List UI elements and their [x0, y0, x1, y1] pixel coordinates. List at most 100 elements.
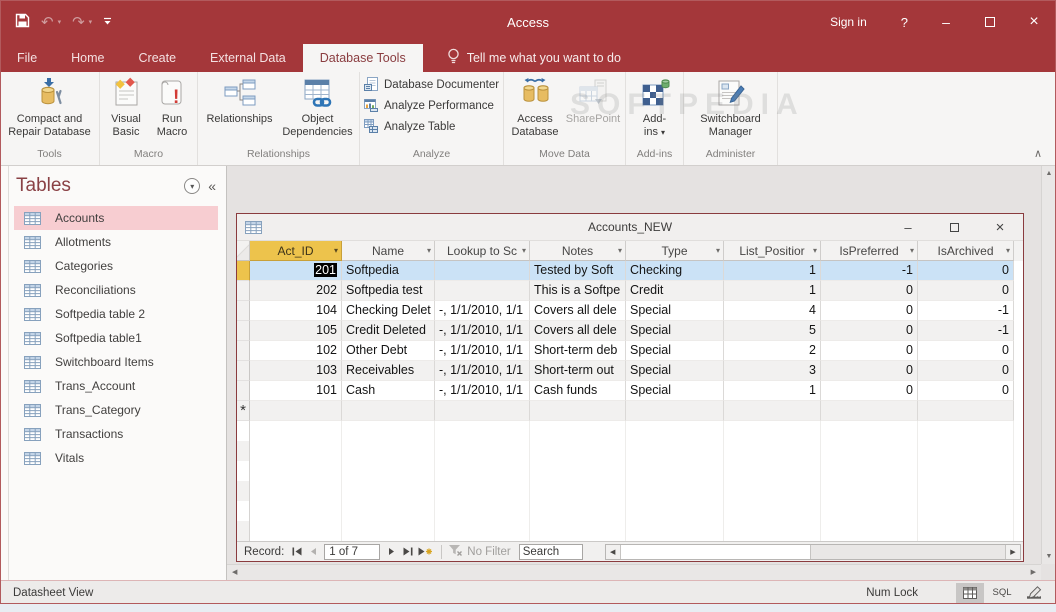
cell[interactable]: Softpedia — [342, 261, 435, 281]
cell[interactable]: Special — [626, 361, 724, 381]
analyze-performance-button[interactable]: Analyze Performance — [363, 96, 500, 116]
database-documenter-button[interactable]: Database Documenter — [363, 75, 500, 95]
column-filter-arrow-icon[interactable]: ▾ — [1006, 246, 1010, 255]
cell[interactable]: 103 — [250, 361, 342, 381]
tab-database-tools[interactable]: Database Tools — [302, 44, 423, 72]
cell[interactable]: 101 — [250, 381, 342, 401]
cell[interactable]: -1 — [821, 261, 918, 281]
search-input[interactable] — [518, 543, 583, 560]
doc-close-button[interactable]: × — [977, 214, 1023, 240]
scroll-down-icon[interactable]: ▼ — [1046, 553, 1053, 560]
doc-minimize-button[interactable]: – — [885, 214, 931, 240]
cell[interactable]: Softpedia test — [342, 281, 435, 301]
run-macro-button[interactable]: ! Run Macro — [150, 75, 194, 139]
cell[interactable]: -, 1/1/2010, 1/1 — [435, 381, 530, 401]
column-filter-arrow-icon[interactable]: ▾ — [716, 246, 720, 255]
cell[interactable]: 1 — [724, 381, 821, 401]
cell[interactable]: Special — [626, 381, 724, 401]
cell[interactable]: Special — [626, 301, 724, 321]
redo-caret-icon[interactable]: ▾ — [89, 18, 93, 26]
row-selector[interactable] — [237, 281, 250, 301]
main-horizontal-scrollbar[interactable]: ◀ ▶ — [227, 564, 1041, 580]
cell[interactable]: -1 — [918, 321, 1014, 341]
empty-cell[interactable] — [724, 401, 821, 421]
sidebar-item-trans-account[interactable]: Trans_Account — [14, 374, 218, 398]
access-database-button[interactable]: Access Database — [507, 75, 563, 139]
scroll-up-icon[interactable]: ▲ — [1046, 170, 1053, 177]
object-dependencies-button[interactable]: Object Dependencies — [279, 75, 356, 139]
undo-icon[interactable]: ↶ — [41, 15, 54, 30]
column-header-ispreferred[interactable]: IsPreferred ▾ — [821, 241, 918, 261]
cell[interactable]: -, 1/1/2010, 1/1 — [435, 341, 530, 361]
cell[interactable]: Cash funds — [530, 381, 626, 401]
cell[interactable]: 1 — [724, 261, 821, 281]
cell[interactable]: This is a Softpe — [530, 281, 626, 301]
row-selector[interactable] — [237, 361, 250, 381]
empty-cell[interactable] — [530, 401, 626, 421]
cell[interactable]: Cash — [342, 381, 435, 401]
cell[interactable]: Covers all dele — [530, 321, 626, 341]
minimize-button[interactable]: – — [924, 0, 968, 44]
empty-cell[interactable] — [918, 401, 1014, 421]
sidebar-item-softpedia-table-2[interactable]: Softpedia table 2 — [14, 302, 218, 326]
cell[interactable]: Checking Delet — [342, 301, 435, 321]
empty-cell[interactable] — [821, 401, 918, 421]
cell[interactable]: Special — [626, 341, 724, 361]
empty-cell[interactable] — [250, 401, 342, 421]
first-record-button[interactable] — [289, 544, 305, 560]
cell[interactable]: Checking — [626, 261, 724, 281]
cell[interactable] — [435, 281, 530, 301]
scroll-right-icon[interactable]: ▶ — [1005, 544, 1020, 559]
cell[interactable]: 3 — [724, 361, 821, 381]
cell[interactable]: 5 — [724, 321, 821, 341]
column-filter-arrow-icon[interactable]: ▾ — [334, 246, 338, 255]
add-ins-button[interactable]: Add-ins ▾ — [635, 75, 675, 139]
cell[interactable]: 202 — [250, 281, 342, 301]
sidebar-item-categories[interactable]: Categories — [14, 254, 218, 278]
scrollbar-thumb[interactable] — [620, 544, 811, 559]
column-header-act-id[interactable]: Act_ID ▾ — [250, 241, 342, 261]
column-header-isarchived[interactable]: IsArchived ▾ — [918, 241, 1014, 261]
accounts-new-titlebar[interactable]: Accounts_NEW – × — [237, 214, 1023, 241]
scroll-right-icon[interactable]: ▶ — [1031, 569, 1036, 576]
cell[interactable]: Credit — [626, 281, 724, 301]
select-all-corner[interactable] — [237, 241, 250, 261]
sidebar-item-switchboard-items[interactable]: Switchboard Items — [14, 350, 218, 374]
cell[interactable]: 0 — [821, 341, 918, 361]
cell[interactable]: 0 — [821, 381, 918, 401]
scroll-left-icon[interactable]: ◀ — [605, 544, 621, 559]
design-view-button[interactable] — [1020, 583, 1048, 603]
datasheet-view-button[interactable] — [956, 582, 984, 603]
navigation-menu-icon[interactable]: ▾ — [184, 178, 201, 194]
shutter-bar-close-icon[interactable]: « — [208, 178, 216, 194]
tab-home[interactable]: Home — [54, 44, 121, 72]
cell[interactable]: 201 — [250, 261, 342, 281]
redo-icon[interactable]: ↷ — [72, 15, 85, 30]
cell[interactable]: 0 — [821, 281, 918, 301]
column-header-type[interactable]: Type ▾ — [626, 241, 724, 261]
tab-create[interactable]: Create — [122, 44, 194, 72]
switchboard-manager-button[interactable]: Switchboard Manager — [689, 75, 773, 139]
cell[interactable]: 2 — [724, 341, 821, 361]
cell[interactable]: 0 — [918, 261, 1014, 281]
column-header-name[interactable]: Name ▾ — [342, 241, 435, 261]
compact-repair-database-button[interactable]: Compact and Repair Database — [3, 75, 96, 139]
cell[interactable]: Covers all dele — [530, 301, 626, 321]
new-record-button[interactable] — [415, 544, 435, 560]
new-record-selector[interactable]: * — [237, 401, 250, 421]
column-filter-arrow-icon[interactable]: ▾ — [427, 246, 431, 255]
column-filter-arrow-icon[interactable]: ▾ — [522, 246, 526, 255]
sidebar-item-transactions[interactable]: Transactions — [14, 422, 218, 446]
sidebar-item-softpedia-table1[interactable]: Softpedia table1 — [14, 326, 218, 350]
cell[interactable]: 105 — [250, 321, 342, 341]
datasheet-hscrollbar[interactable]: ◀ ▶ — [604, 543, 1021, 560]
sidebar-item-accounts[interactable]: Accounts — [14, 206, 218, 230]
scroll-left-icon[interactable]: ◀ — [232, 569, 237, 576]
empty-cell[interactable] — [435, 401, 530, 421]
column-filter-arrow-icon[interactable]: ▾ — [910, 246, 914, 255]
row-selector[interactable] — [237, 261, 250, 281]
cell[interactable]: 0 — [821, 361, 918, 381]
cell[interactable] — [435, 261, 530, 281]
column-filter-arrow-icon[interactable]: ▾ — [813, 246, 817, 255]
next-record-button[interactable] — [383, 544, 399, 560]
